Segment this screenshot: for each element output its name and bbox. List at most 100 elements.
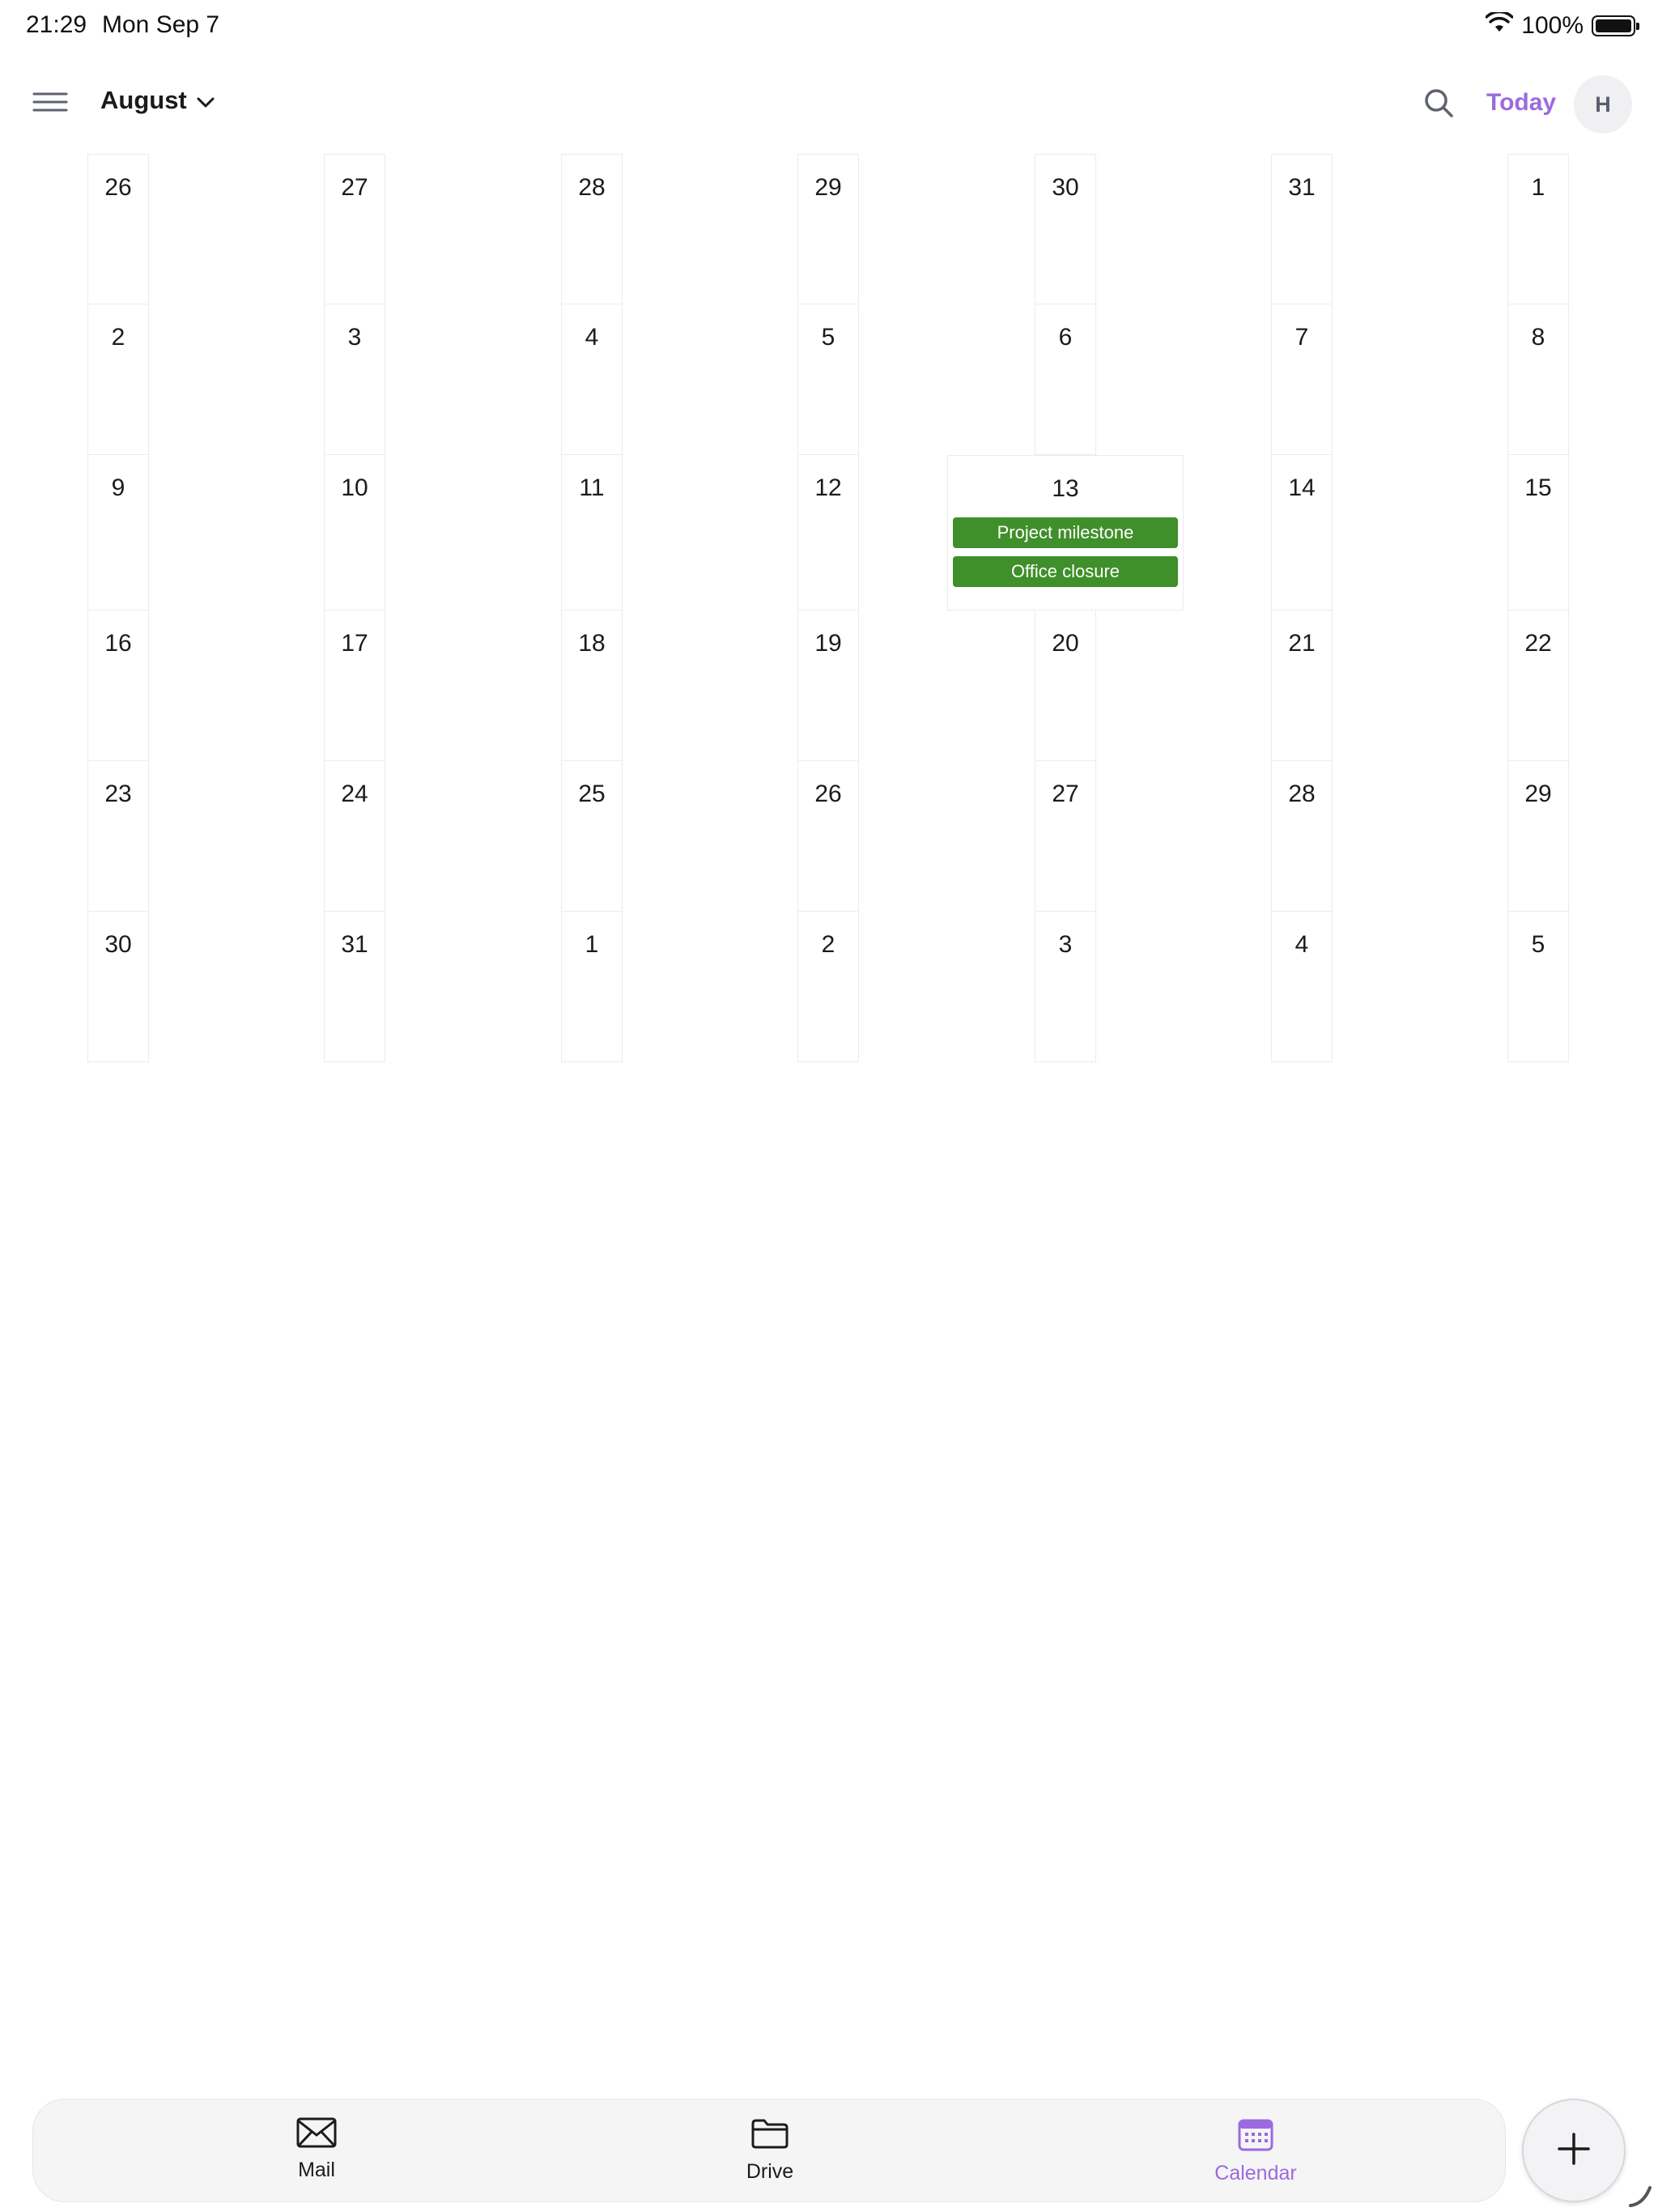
month-label: August — [100, 86, 187, 114]
day-cell[interactable]: 5 — [797, 304, 859, 455]
day-cell[interactable]: 26 — [87, 154, 149, 304]
day-cell[interactable]: 5 — [1507, 912, 1569, 1062]
day-cell[interactable]: 9 — [87, 455, 149, 610]
day-cell[interactable]: 23 — [87, 761, 149, 912]
day-cell[interactable]: 4 — [1271, 912, 1333, 1062]
add-event-button[interactable] — [1522, 2099, 1626, 2202]
day-number: 22 — [1524, 630, 1552, 657]
event-chip[interactable]: Office closure — [953, 556, 1178, 587]
day-cell[interactable]: 4 — [561, 304, 623, 455]
day-cell-selected[interactable]: 13 Project milestone Office closure — [947, 455, 1184, 610]
day-cell[interactable]: 30 — [1035, 154, 1096, 304]
day-cell[interactable]: 25 — [561, 761, 623, 912]
day-number: 14 — [1288, 474, 1316, 501]
event-chip[interactable]: Project milestone — [953, 517, 1178, 548]
menu-button[interactable] — [29, 83, 71, 125]
day-number: 26 — [104, 174, 132, 201]
day-cell[interactable]: 14 — [1271, 455, 1333, 610]
day-cell[interactable]: 6 — [1035, 304, 1096, 455]
day-cell[interactable]: 3 — [1035, 912, 1096, 1062]
day-cell[interactable]: 21 — [1271, 610, 1333, 761]
day-cell[interactable]: 26 — [797, 761, 859, 912]
day-cell[interactable]: 30 — [87, 912, 149, 1062]
day-cell[interactable]: 1 — [561, 912, 623, 1062]
nav-label-mail: Mail — [298, 2159, 335, 2181]
day-number: 15 — [1524, 474, 1552, 501]
day-cell[interactable]: 15 — [1507, 455, 1569, 610]
day-cell[interactable]: 3 — [324, 304, 385, 455]
day-number: 27 — [1052, 781, 1079, 807]
day-cell[interactable]: 28 — [1271, 761, 1333, 912]
day-number: 8 — [1531, 324, 1545, 351]
today-button[interactable]: Today — [1486, 89, 1556, 117]
day-number: 4 — [585, 324, 599, 351]
wifi-icon — [1485, 10, 1514, 40]
day-number: 16 — [104, 630, 132, 657]
day-number: 29 — [1524, 781, 1552, 807]
status-date: Mon Sep 7 — [102, 11, 220, 38]
day-number: 28 — [578, 174, 606, 201]
day-cell[interactable]: 8 — [1507, 304, 1569, 455]
day-cell[interactable]: 17 — [324, 610, 385, 761]
day-number: 20 — [1052, 630, 1079, 657]
day-number: 4 — [1295, 931, 1309, 958]
day-number: 5 — [1531, 931, 1545, 958]
day-cell[interactable]: 24 — [324, 761, 385, 912]
day-number: 12 — [814, 474, 842, 501]
day-cell[interactable]: 31 — [1271, 154, 1333, 304]
app-bar: August Today H — [0, 65, 1658, 143]
day-cell[interactable]: 7 — [1271, 304, 1333, 455]
day-number: 11 — [579, 474, 605, 501]
day-cell[interactable]: 2 — [797, 912, 859, 1062]
avatar[interactable]: H — [1574, 75, 1632, 134]
day-cell[interactable]: 12 — [797, 455, 859, 610]
day-cell[interactable]: 20 — [1035, 610, 1096, 761]
day-number: 5 — [821, 324, 835, 351]
day-number: 1 — [585, 931, 599, 958]
day-cell[interactable]: 22 — [1507, 610, 1569, 761]
day-number: 9 — [111, 474, 125, 501]
battery-percent: 100% — [1521, 12, 1584, 39]
day-number: 10 — [341, 474, 368, 501]
day-number: 28 — [1288, 781, 1316, 807]
day-cell[interactable]: 27 — [324, 154, 385, 304]
day-number: 17 — [341, 630, 368, 657]
day-number: 23 — [104, 781, 132, 807]
day-number: 30 — [1052, 174, 1079, 201]
chevron-down-icon — [197, 86, 215, 115]
day-cell[interactable]: 18 — [561, 610, 623, 761]
month-selector[interactable]: August — [100, 86, 215, 115]
day-number: 25 — [578, 781, 606, 807]
day-cell[interactable]: 29 — [1507, 761, 1569, 912]
status-indicators: 100% — [1485, 10, 1639, 42]
status-time: 21:29 — [26, 11, 87, 38]
day-cell[interactable]: 11 — [561, 455, 623, 610]
nav-item-calendar[interactable]: Calendar — [1191, 2117, 1320, 2190]
nav-label-calendar: Calendar — [1214, 2162, 1297, 2184]
day-cell[interactable]: 2 — [87, 304, 149, 455]
day-number: 31 — [341, 931, 368, 958]
resize-handle[interactable] — [1627, 2181, 1653, 2207]
day-number: 1 — [1531, 174, 1545, 201]
day-cell[interactable]: 28 — [561, 154, 623, 304]
day-number: 19 — [814, 630, 842, 657]
plus-icon — [1556, 2131, 1592, 2171]
nav-item-drive[interactable]: Drive — [705, 2117, 835, 2190]
calendar-icon — [1238, 2117, 1273, 2155]
day-cell[interactable]: 16 — [87, 610, 149, 761]
day-cell[interactable]: 19 — [797, 610, 859, 761]
mail-icon — [296, 2117, 337, 2152]
day-cell[interactable]: 27 — [1035, 761, 1096, 912]
day-number: 27 — [341, 174, 368, 201]
day-cell[interactable]: 31 — [324, 912, 385, 1062]
day-cell[interactable]: 10 — [324, 455, 385, 610]
day-number: 24 — [341, 781, 368, 807]
search-button[interactable] — [1418, 84, 1459, 125]
day-cell[interactable]: 1 — [1507, 154, 1569, 304]
menu-icon — [32, 90, 68, 118]
nav-item-mail[interactable]: Mail — [252, 2117, 381, 2190]
folder-icon — [750, 2117, 789, 2154]
bottom-nav: Mail Drive Calendar — [32, 2099, 1506, 2202]
day-number: 3 — [347, 324, 362, 351]
day-cell[interactable]: 29 — [797, 154, 859, 304]
